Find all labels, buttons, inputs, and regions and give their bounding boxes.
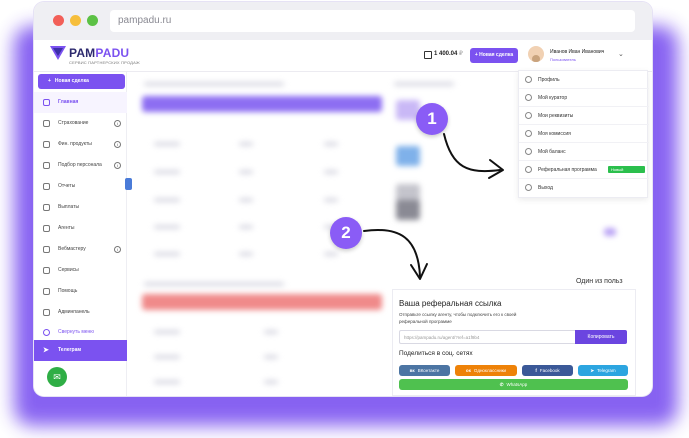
step-one-marker: 1 [416, 103, 448, 135]
arrow-head-1 [488, 159, 504, 179]
arrow-to-referral-card [363, 229, 421, 277]
step-two-marker: 2 [330, 217, 362, 249]
arrow-to-referral-menu [443, 133, 501, 173]
